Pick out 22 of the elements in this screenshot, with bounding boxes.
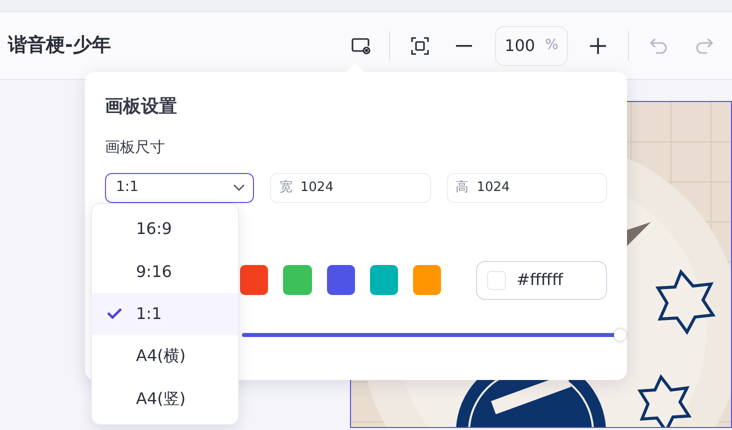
ratio-select[interactable]: 1:1 — [105, 172, 254, 202]
document-title: 谐音梗-少年 — [8, 33, 111, 58]
color-swatch[interactable] — [240, 265, 268, 295]
hex-color-field[interactable]: #ffffff — [476, 260, 607, 300]
check-icon — [106, 308, 122, 320]
ratio-option[interactable]: 16:9 — [92, 208, 238, 250]
ratio-option[interactable]: 1:1 — [92, 292, 238, 336]
board-size-label: 画板尺寸 — [105, 137, 166, 158]
chevron-down-icon — [233, 184, 246, 191]
slider[interactable] — [242, 328, 626, 340]
ratio-option[interactable]: 9:16 — [92, 250, 238, 293]
height-field[interactable]: 高 1024 — [446, 172, 607, 202]
color-swatch[interactable] — [370, 265, 398, 295]
slider-thumb[interactable] — [614, 328, 626, 340]
zoom-field[interactable]: 100 % — [495, 26, 568, 66]
color-swatch[interactable] — [283, 265, 312, 295]
ratio-option[interactable]: A4(竖) — [92, 378, 238, 420]
color-swatch[interactable] — [413, 265, 442, 295]
color-swatch[interactable] — [326, 265, 355, 295]
panel-title: 画板设置 — [105, 95, 178, 119]
ratio-option[interactable]: A4(横) — [92, 335, 238, 378]
width-field[interactable]: 宽 1024 — [270, 172, 431, 202]
